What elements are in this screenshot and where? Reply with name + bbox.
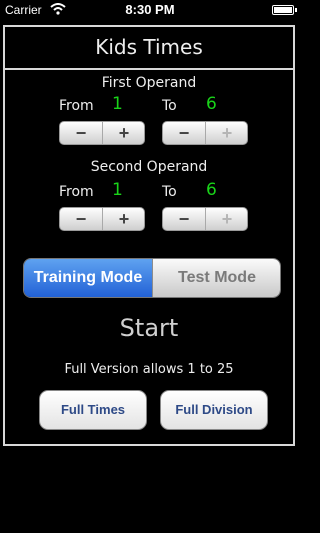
first-from-decrement-button[interactable]: − [60, 122, 103, 144]
full-times-button[interactable]: Full Times [39, 390, 147, 430]
first-to-increment-button[interactable]: + [206, 122, 247, 144]
status-bar: Carrier 8:30 PM [0, 0, 300, 20]
first-from-value: 1 [112, 94, 123, 114]
status-time: 8:30 PM [125, 2, 175, 17]
first-to-value: 6 [206, 94, 217, 114]
main-panel: Kids Times First Operand From 1 To 6 − +… [3, 25, 295, 446]
second-from-stepper[interactable]: − + [59, 207, 145, 231]
second-from-value: 1 [112, 180, 123, 200]
title-bar: Kids Times [5, 27, 293, 70]
second-to-label: To [162, 184, 177, 200]
first-to-label: To [162, 98, 177, 114]
first-from-stepper[interactable]: − + [59, 121, 145, 145]
test-mode-segment[interactable]: Test Mode [152, 259, 280, 297]
first-to-stepper[interactable]: − + [162, 121, 248, 145]
app-title: Kids Times [95, 35, 203, 59]
second-from-increment-button[interactable]: + [103, 208, 144, 230]
first-operand-heading: First Operand [101, 75, 197, 91]
second-to-decrement-button[interactable]: − [163, 208, 206, 230]
second-from-decrement-button[interactable]: − [60, 208, 103, 230]
first-from-label: From [59, 98, 94, 114]
second-to-stepper[interactable]: − + [162, 207, 248, 231]
training-mode-segment[interactable]: Training Mode [24, 259, 152, 297]
full-division-button[interactable]: Full Division [160, 390, 268, 430]
first-to-decrement-button[interactable]: − [163, 122, 206, 144]
second-operand-heading: Second Operand [90, 159, 208, 175]
battery-icon [272, 5, 297, 15]
first-from-increment-button[interactable]: + [103, 122, 144, 144]
second-to-value: 6 [206, 180, 217, 200]
mode-segmented-control[interactable]: Training Mode Test Mode [23, 258, 281, 298]
full-version-note: Full Version allows 1 to 25 [64, 362, 234, 377]
second-to-increment-button[interactable]: + [206, 208, 247, 230]
start-button[interactable]: Start [5, 314, 293, 342]
second-from-label: From [59, 184, 94, 200]
